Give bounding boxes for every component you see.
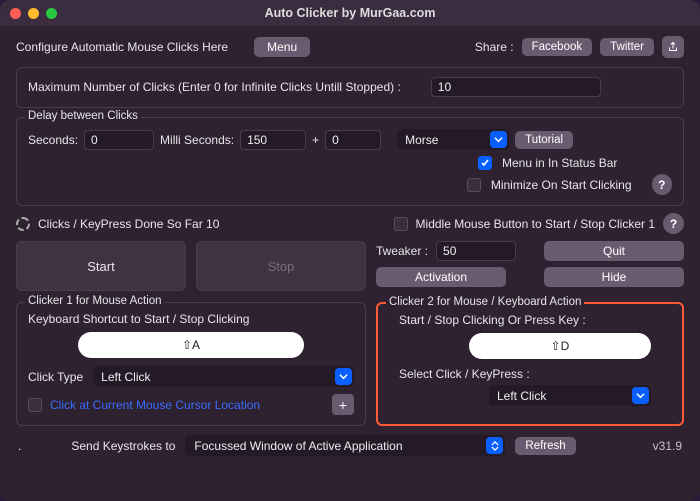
clicker1-legend: Clicker 1 for Mouse Action (25, 295, 165, 307)
cursor-location-label[interactable]: Click at Current Mouse Cursor Location (50, 398, 260, 412)
cursor-location-checkbox[interactable] (28, 398, 42, 412)
configure-label: Configure Automatic Mouse Clicks Here (16, 40, 228, 54)
extra-ms-input[interactable] (325, 130, 381, 150)
quit-button[interactable]: Quit (544, 241, 684, 261)
send-target-value: Focussed Window of Active Application (194, 439, 402, 453)
delay-box: Delay between Clicks Seconds: Milli Seco… (16, 117, 684, 206)
chevron-down-icon (335, 368, 352, 385)
close-icon[interactable] (10, 8, 21, 19)
updown-icon (486, 437, 503, 454)
tweaker-label: Tweaker : (376, 244, 428, 258)
chevron-down-icon (490, 131, 507, 148)
menu-statusbar-label: Menu in In Status Bar (502, 156, 617, 170)
preset-value: Morse (405, 133, 438, 147)
window-title: Auto Clicker by MurGaa.com (0, 6, 700, 20)
help-icon[interactable]: ? (652, 174, 672, 195)
minimize-icon[interactable] (28, 8, 39, 19)
clicker1-box: Clicker 1 for Mouse Action Keyboard Shor… (16, 302, 366, 426)
clicker2-select-label: Select Click / KeyPress : (389, 367, 671, 381)
clicktype-label: Click Type (28, 370, 83, 384)
send-target-select[interactable]: Focussed Window of Active Application (185, 435, 505, 456)
clicker2-box: Clicker 2 for Mouse / Keyboard Action St… (376, 302, 684, 426)
ms-label: Milli Seconds: (160, 133, 234, 147)
activation-button[interactable]: Activation (376, 267, 506, 287)
max-clicks-label: Maximum Number of Clicks (Enter 0 for In… (28, 80, 401, 94)
clicker2-select-value: Left Click (497, 389, 546, 403)
chevron-down-icon (632, 387, 649, 404)
delay-legend: Delay between Clicks (25, 110, 141, 122)
zoom-icon[interactable] (46, 8, 57, 19)
seconds-label: Seconds: (28, 133, 78, 147)
clicker2-select[interactable]: Left Click (489, 385, 651, 406)
tutorial-button[interactable]: Tutorial (515, 131, 573, 149)
menu-button[interactable]: Menu (254, 37, 310, 57)
clicktype-value: Left Click (101, 370, 150, 384)
ms-input[interactable] (240, 130, 306, 150)
facebook-button[interactable]: Facebook (522, 38, 593, 56)
menu-statusbar-checkbox[interactable] (478, 156, 492, 170)
middle-mouse-checkbox[interactable] (394, 217, 408, 231)
hide-button[interactable]: Hide (544, 267, 684, 287)
help2-icon[interactable]: ? (663, 213, 684, 234)
clicks-done-label: Clicks / KeyPress Done So Far 10 (38, 217, 219, 231)
minimize-label: Minimize On Start Clicking (491, 178, 632, 192)
plus-label: + (312, 133, 319, 147)
window-controls (10, 8, 57, 19)
footer-dot: . (18, 439, 21, 453)
share-label: Share : (475, 40, 514, 54)
clicker2-shortcut-field[interactable]: ⇧D (469, 333, 651, 359)
send-keystrokes-label: Send Keystrokes to (71, 439, 175, 453)
clicker1-shortcut-label: Keyboard Shortcut to Start / Stop Clicki… (28, 312, 354, 326)
twitter-button[interactable]: Twitter (600, 38, 654, 56)
share-icon[interactable] (662, 36, 684, 58)
max-clicks-box: Maximum Number of Clicks (Enter 0 for In… (16, 67, 684, 108)
version-label: v31.9 (653, 439, 682, 453)
max-clicks-input[interactable] (431, 77, 601, 97)
refresh-button[interactable]: Refresh (515, 437, 575, 455)
middle-mouse-label: Middle Mouse Button to Start / Stop Clic… (416, 217, 655, 231)
preset-select[interactable]: Morse (397, 129, 509, 150)
titlebar: Auto Clicker by MurGaa.com (0, 0, 700, 26)
spinner-icon (16, 217, 30, 231)
stop-button[interactable]: Stop (196, 241, 366, 291)
clicker2-shortcut-label: Start / Stop Clicking Or Press Key : (389, 313, 671, 327)
start-button[interactable]: Start (16, 241, 186, 291)
seconds-input[interactable] (84, 130, 154, 150)
minimize-checkbox[interactable] (467, 178, 481, 192)
add-location-button[interactable]: + (332, 394, 354, 415)
clicker2-legend: Clicker 2 for Mouse / Keyboard Action (386, 296, 584, 308)
tweaker-input[interactable] (436, 241, 516, 261)
clicker1-shortcut-field[interactable]: ⇧A (78, 332, 304, 358)
clicktype-select[interactable]: Left Click (93, 366, 354, 387)
